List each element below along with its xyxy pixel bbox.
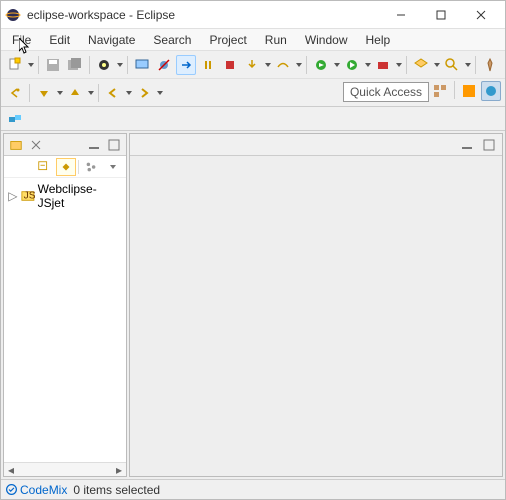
svg-text:JS: JS bbox=[23, 191, 34, 202]
collapse-all-button[interactable] bbox=[34, 158, 54, 176]
terminal-button[interactable] bbox=[94, 55, 114, 75]
pin-button[interactable] bbox=[480, 55, 500, 75]
suspend-button[interactable] bbox=[198, 55, 218, 75]
skip-breakpoints-button[interactable] bbox=[154, 55, 174, 75]
step-dropdown[interactable] bbox=[264, 63, 271, 67]
toolbar-separator bbox=[98, 84, 99, 102]
forward-dropdown[interactable] bbox=[156, 91, 163, 95]
toolbar-separator bbox=[29, 84, 30, 102]
project-explorer-tab[interactable] bbox=[6, 136, 26, 154]
save-button[interactable] bbox=[43, 55, 63, 75]
next-annotation-button[interactable] bbox=[65, 83, 85, 103]
open-type-dropdown[interactable] bbox=[433, 63, 440, 67]
resume-button[interactable] bbox=[176, 55, 196, 75]
selection-status: 0 items selected bbox=[73, 483, 160, 497]
run-dropdown[interactable] bbox=[364, 63, 371, 67]
scroll-left-button[interactable]: ◂ bbox=[4, 464, 18, 476]
toolbar-separator bbox=[89, 56, 90, 74]
toolbar-separator bbox=[475, 56, 476, 74]
filters-button[interactable] bbox=[81, 158, 101, 176]
expand-arrow-icon[interactable]: ▷ bbox=[8, 189, 18, 203]
toolbar-separator bbox=[38, 56, 39, 74]
back-dropdown[interactable] bbox=[125, 91, 132, 95]
toolbar-separator bbox=[306, 56, 307, 74]
open-perspective-button[interactable] bbox=[430, 81, 450, 101]
horizontal-scrollbar[interactable]: ◂ ▸ bbox=[4, 462, 126, 476]
codemix-label: CodeMix bbox=[20, 483, 67, 497]
terminal-dropdown[interactable] bbox=[116, 63, 123, 67]
menu-run[interactable]: Run bbox=[256, 31, 296, 49]
open-type-button[interactable] bbox=[411, 55, 431, 75]
external-tools-dropdown[interactable] bbox=[395, 63, 402, 67]
link-with-editor-button[interactable] bbox=[56, 158, 76, 176]
menu-navigate[interactable]: Navigate bbox=[79, 31, 144, 49]
minimize-button[interactable] bbox=[381, 1, 421, 29]
workbench: ▷ JS Webclipse-JSjet ◂ ▸ bbox=[1, 131, 505, 479]
new-button[interactable] bbox=[5, 55, 25, 75]
quick-access-box[interactable]: Quick Access bbox=[343, 82, 429, 102]
editor-area bbox=[129, 133, 503, 477]
scroll-right-button[interactable]: ▸ bbox=[112, 464, 126, 476]
prev-annotation-button[interactable] bbox=[34, 83, 54, 103]
project-tree[interactable]: ▷ JS Webclipse-JSjet bbox=[4, 178, 126, 462]
minimize-editor-button[interactable] bbox=[457, 136, 477, 154]
step-over-button[interactable] bbox=[273, 55, 293, 75]
eclipse-icon bbox=[5, 7, 21, 23]
search-dropdown[interactable] bbox=[464, 63, 471, 67]
menu-window[interactable]: Window bbox=[296, 31, 357, 49]
prev-annotation-dropdown[interactable] bbox=[56, 91, 63, 95]
menu-edit[interactable]: Edit bbox=[40, 31, 79, 49]
explorer-toolbar bbox=[4, 156, 126, 178]
maximize-editor-button[interactable] bbox=[479, 136, 499, 154]
navigation-toolbar: Quick Access bbox=[1, 79, 505, 107]
main-toolbar bbox=[1, 51, 505, 79]
menu-help[interactable]: Help bbox=[357, 31, 400, 49]
run-button[interactable] bbox=[342, 55, 362, 75]
step-into-button[interactable] bbox=[242, 55, 262, 75]
next-annotation-dropdown[interactable] bbox=[87, 91, 94, 95]
window-title: eclipse-workspace - Eclipse bbox=[27, 8, 381, 22]
toolbar-separator bbox=[127, 56, 128, 74]
breadcrumb-toolbar bbox=[1, 107, 505, 131]
menu-bar: File Edit Navigate Search Project Run Wi… bbox=[1, 29, 505, 51]
status-bar: CodeMix 0 items selected bbox=[1, 479, 505, 499]
monitor-button[interactable] bbox=[132, 55, 152, 75]
terminate-button[interactable] bbox=[220, 55, 240, 75]
menu-file[interactable]: File bbox=[3, 31, 40, 49]
search-button[interactable] bbox=[442, 55, 462, 75]
link-editor-button[interactable] bbox=[5, 109, 25, 129]
forward-button[interactable] bbox=[134, 83, 154, 103]
check-circle-icon bbox=[5, 483, 18, 496]
tree-item-label: Webclipse-JSjet bbox=[38, 182, 122, 210]
new-dropdown[interactable] bbox=[27, 63, 34, 67]
view-tab-bar bbox=[4, 134, 126, 156]
title-bar: eclipse-workspace - Eclipse bbox=[1, 1, 505, 29]
view-menu-button[interactable] bbox=[103, 158, 123, 176]
menu-search[interactable]: Search bbox=[144, 31, 200, 49]
tree-item[interactable]: ▷ JS Webclipse-JSjet bbox=[6, 181, 124, 211]
editor-tab-bar bbox=[130, 134, 502, 156]
external-tools-button[interactable] bbox=[373, 55, 393, 75]
menu-project[interactable]: Project bbox=[200, 31, 255, 49]
codemix-perspective-button[interactable] bbox=[459, 81, 479, 101]
project-explorer-view: ▷ JS Webclipse-JSjet ◂ ▸ bbox=[3, 133, 127, 477]
close-view-button[interactable] bbox=[26, 136, 46, 154]
maximize-view-button[interactable] bbox=[104, 136, 124, 154]
step-over-dropdown[interactable] bbox=[295, 63, 302, 67]
debug-dropdown[interactable] bbox=[333, 63, 340, 67]
maximize-button[interactable] bbox=[421, 1, 461, 29]
save-all-button[interactable] bbox=[65, 55, 85, 75]
js-project-icon: JS bbox=[21, 189, 35, 203]
last-edit-button[interactable] bbox=[5, 83, 25, 103]
codemix-status[interactable]: CodeMix bbox=[5, 483, 67, 497]
java-perspective-button[interactable] bbox=[481, 81, 501, 101]
debug-button[interactable] bbox=[311, 55, 331, 75]
minimize-view-button[interactable] bbox=[84, 136, 104, 154]
toolbar-separator bbox=[406, 56, 407, 74]
toolbar-separator bbox=[454, 81, 455, 99]
close-button[interactable] bbox=[461, 1, 501, 29]
back-button[interactable] bbox=[103, 83, 123, 103]
